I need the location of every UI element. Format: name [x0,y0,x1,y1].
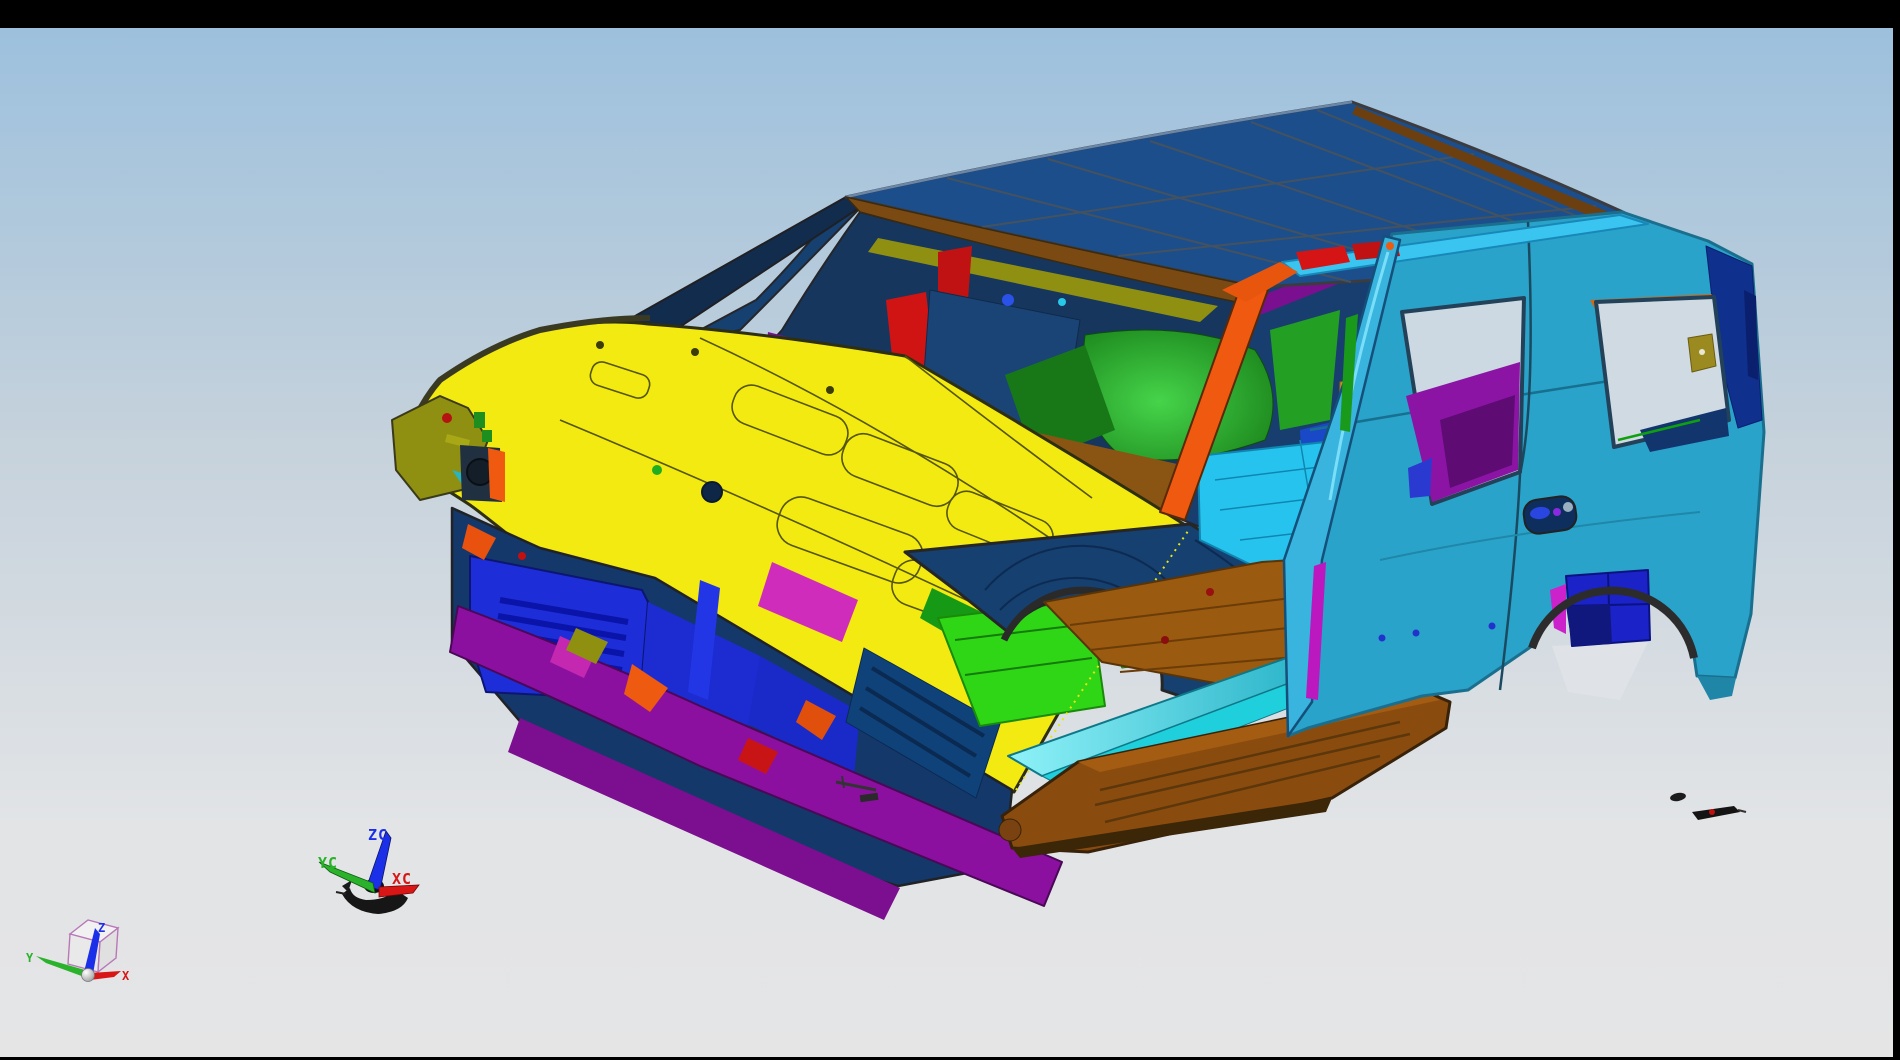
abs-x-label: X [122,969,130,983]
blue-dot [1002,294,1014,306]
red-dot [518,552,526,560]
running-board-cap [999,819,1021,841]
handle-violet-dot [1553,508,1561,516]
wcs-z-label: ZC [368,826,388,844]
orange-strut [488,448,505,502]
floor-red-speck-2 [1161,636,1169,644]
fascia-hole [702,482,722,502]
viewport-3d[interactable]: ZC YC XC Z Y X [0,0,1900,1060]
abs-z-label: Z [98,921,106,935]
cad-application-window: ZC YC XC Z Y X [0,0,1900,1060]
orange-speck [1386,242,1394,250]
abs-origin-sphere [82,969,95,982]
abs-y-label: Y [26,951,34,965]
door-handle-recess[interactable] [1522,495,1578,536]
top-frame-bar [0,0,1900,28]
handle-silver-dot [1563,502,1573,512]
box-dark-cell [1566,604,1612,646]
quarter-window[interactable] [1596,297,1729,452]
seat-green-3 [1270,310,1340,430]
cyan-dot [1058,298,1066,306]
bracket-hole [1699,349,1705,355]
wcs-x-label: XC [392,870,412,888]
green-clip [474,412,485,428]
green-clip-2 [482,430,492,442]
green-dot [652,465,662,475]
wcs-y-label: YC [318,854,338,872]
debris-red-speck [1709,809,1715,815]
right-frame-bar [1893,0,1900,1060]
floor-red-speck [1206,588,1214,596]
rear-door-window[interactable] [1402,298,1524,504]
red-grommet [442,413,452,423]
